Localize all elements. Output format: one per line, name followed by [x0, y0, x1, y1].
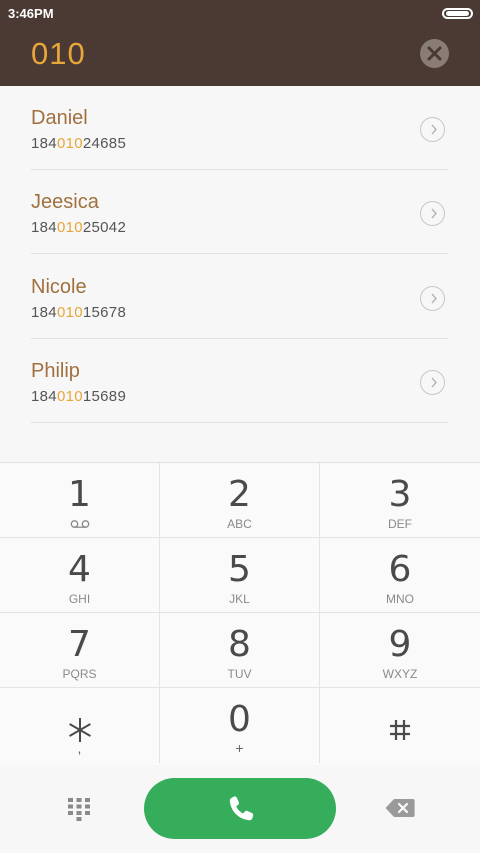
key-1[interactable]: 1: [0, 463, 160, 538]
key-letters: DEF: [388, 517, 412, 531]
key-hash[interactable]: [320, 688, 480, 763]
contact-results-list: Daniel 18401024685 Jeesica 18401025042 N…: [0, 86, 480, 462]
voicemail-icon: [70, 520, 90, 528]
key-5[interactable]: 5 JKL: [160, 538, 320, 613]
contact-row[interactable]: Jeesica 18401025042: [31, 170, 448, 254]
key-7[interactable]: 7 PQRS: [0, 613, 160, 688]
contact-row[interactable]: Philip 18401015689: [31, 339, 448, 423]
key-letters: JKL: [229, 592, 250, 606]
key-letters: WXYZ: [382, 667, 418, 681]
key-digit: 7: [68, 624, 91, 665]
dialed-number: 010: [31, 36, 86, 71]
dialer-action-bar: [0, 765, 480, 853]
key-0[interactable]: 0 +: [160, 688, 320, 763]
contact-name: Daniel: [31, 107, 88, 129]
key-letters: +: [235, 740, 244, 756]
chevron-right-icon: [431, 377, 437, 388]
key-digit: 4: [68, 549, 91, 590]
key-letters: MNO: [386, 592, 414, 606]
status-time: 3:46PM: [8, 6, 54, 21]
chevron-right-icon: [431, 124, 437, 135]
phone-handset-icon: [229, 796, 254, 821]
contact-name: Philip: [31, 360, 80, 382]
number-match-highlight: 010: [56, 388, 83, 405]
backspace-icon: [385, 799, 415, 817]
key-letters: TUV: [227, 667, 252, 681]
contact-number: 18401025042: [31, 219, 127, 236]
contact-name: Nicole: [31, 276, 87, 298]
contact-detail-button[interactable]: [420, 286, 445, 311]
dial-keypad: 1 2 ABC 3 DEF 4 GHI 5 JKL 6 MNO 7 PQRS 8…: [0, 462, 480, 765]
key-3[interactable]: 3 DEF: [320, 463, 480, 538]
key-digit: 2: [228, 474, 251, 515]
keypad-grid-icon: [68, 798, 90, 821]
key-star[interactable]: ,: [0, 688, 160, 763]
key-8[interactable]: 8 TUV: [160, 613, 320, 688]
contact-number: 18401015678: [31, 304, 127, 321]
key-digit: 6: [388, 549, 412, 590]
contact-name: Jeesica: [31, 191, 99, 213]
key-digit: 5: [228, 549, 251, 590]
key-6[interactable]: 6 MNO: [320, 538, 480, 613]
key-9[interactable]: 9 WXYZ: [320, 613, 480, 688]
key-2[interactable]: 2 ABC: [160, 463, 320, 538]
chevron-right-icon: [431, 208, 437, 219]
backspace-button[interactable]: [385, 798, 415, 818]
contact-detail-button[interactable]: [420, 201, 445, 226]
key-letters: ABC: [227, 517, 252, 531]
toggle-keypad-button[interactable]: [67, 797, 91, 821]
dialer-header: 010: [0, 28, 480, 86]
contact-row[interactable]: Daniel 18401024685: [31, 86, 448, 170]
close-icon: [427, 46, 442, 61]
key-letters: GHI: [68, 592, 91, 606]
key-letters: ,: [77, 740, 82, 756]
key-digit: 3: [388, 474, 412, 515]
call-button[interactable]: [144, 778, 336, 839]
key-letters: PQRS: [62, 667, 97, 681]
key-digit: 1: [68, 474, 91, 515]
key-digit: 9: [388, 624, 412, 665]
hash-icon: [390, 720, 410, 740]
chevron-right-icon: [431, 293, 437, 304]
key-digit: 0: [228, 699, 251, 740]
number-match-highlight: 010: [56, 304, 83, 321]
number-match-highlight: 010: [56, 135, 83, 152]
contact-number: 18401015689: [31, 388, 127, 405]
key-4[interactable]: 4 GHI: [0, 538, 160, 613]
contact-detail-button[interactable]: [420, 117, 445, 142]
number-match-highlight: 010: [56, 219, 83, 236]
contact-row[interactable]: Nicole 18401015678: [31, 255, 448, 339]
battery-icon: [442, 8, 473, 19]
contact-number: 18401024685: [31, 135, 127, 152]
status-bar: 3:46PM: [0, 0, 480, 28]
contact-detail-button[interactable]: [420, 370, 445, 395]
key-digit: 8: [228, 624, 251, 665]
clear-number-button[interactable]: [420, 39, 449, 68]
